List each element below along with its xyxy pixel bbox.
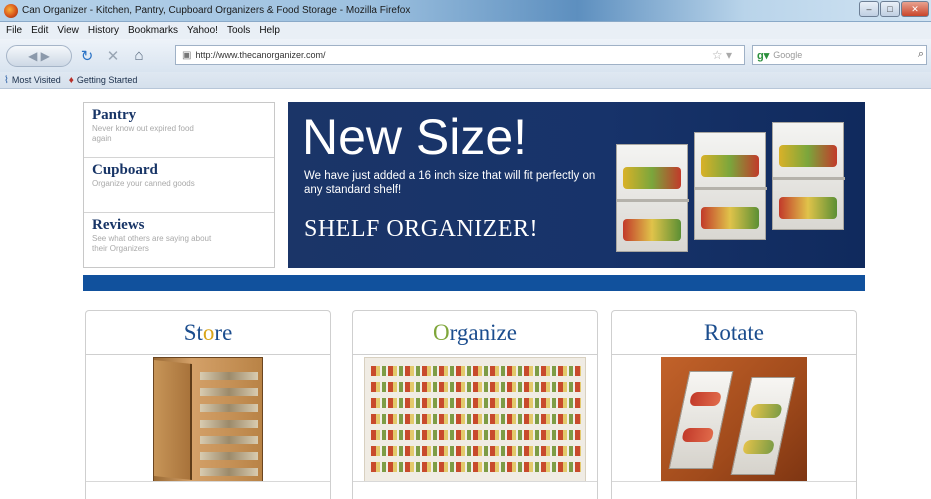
card-title-rotate[interactable]: Rotate [612,311,856,355]
window-titlebar: Can Organizer - Kitchen, Pantry, Cupboar… [0,0,931,22]
shelf-organizer-image [616,122,856,260]
card-title-accent: o [202,320,215,345]
sidenav-title[interactable]: Cupboard [92,162,266,179]
bookmarks-toolbar: ⌇ Most Visited ♦ Getting Started [0,72,931,89]
bookmark-getting-started[interactable]: ♦ Getting Started [69,75,138,86]
menu-history[interactable]: History [88,25,119,36]
maximize-icon[interactable]: □ [880,1,900,17]
bookmark-star-icon[interactable]: ☆ ▾ [712,48,732,62]
sidenav-desc: Never know out expired food again [92,124,194,143]
menu-yahoo[interactable]: Yahoo! [187,25,218,36]
card-title-part: re [214,320,233,345]
menu-help[interactable]: Help [259,25,280,36]
sidenav-desc: See what others are saying about their O… [92,234,212,253]
search-input[interactable]: Google [773,50,802,60]
side-navigation: Pantry Never know out expired food again… [83,102,275,268]
address-bar[interactable]: ▣ http://www.thecanorganizer.com/ ☆ ▾ [175,45,745,65]
bookmark-label: Most Visited [11,75,61,85]
pantry-shelves-image[interactable] [364,357,586,482]
menu-edit[interactable]: Edit [31,25,48,36]
menu-bar: File Edit View History Bookmarks Yahoo! … [0,22,931,39]
banner-title: New Size! [302,109,528,165]
card-title-part: R [703,320,720,345]
most-visited-icon: ⌇ [4,74,9,86]
promo-banner[interactable]: New Size! We have just added a 16 inch s… [288,102,865,268]
sidenav-title[interactable]: Pantry [92,107,266,124]
back-forward-button[interactable]: ◀ ▶ [6,44,72,67]
sidenav-desc: Organize your canned goods [92,179,195,188]
sidenav-item-pantry[interactable]: Pantry Never know out expired food again [84,103,274,158]
sidenav-title[interactable]: Reviews [92,217,266,234]
menu-view[interactable]: View [57,25,79,36]
firefox-icon [4,3,18,18]
getting-started-icon: ♦ [68,74,74,86]
card-divider [353,481,597,482]
card-divider [86,481,330,482]
menu-file[interactable]: File [6,25,22,36]
navigation-toolbar: ◀ ▶ ↻ ✕ ⌂ ▣ http://www.thecanorganizer.c… [0,39,931,72]
back-arrow-icon[interactable]: ◀ [28,49,37,63]
store-cabinet-image[interactable] [153,357,263,482]
banner-subtitle: We have just added a 16 inch size that w… [304,170,596,196]
banner-cta[interactable]: SHELF ORGANIZER! [304,216,538,243]
card-title-accent: o [719,320,731,345]
card-title-part: rganize [449,320,517,345]
close-icon[interactable]: ✕ [901,1,929,17]
search-bar[interactable]: g▾ Google ⌕ [752,45,927,65]
card-title-organize[interactable]: Organize [353,311,597,355]
sidenav-item-reviews[interactable]: Reviews See what others are saying about… [84,213,274,268]
menu-tools[interactable]: Tools [227,25,250,36]
window-controls: – □ ✕ [859,1,929,17]
card-title-part: St [183,320,203,345]
rotating-organizer-image[interactable] [661,357,807,482]
window-title: Can Organizer - Kitchen, Pantry, Cupboar… [22,5,411,16]
url-text[interactable]: http://www.thecanorganizer.com/ [195,50,325,60]
bookmark-most-visited[interactable]: ⌇ Most Visited [4,75,61,86]
sidenav-item-cupboard[interactable]: Cupboard Organize your canned goods [84,158,274,213]
site-favicon-icon: ▣ [182,49,192,61]
minimize-icon[interactable]: – [859,1,879,17]
forward-arrow-icon[interactable]: ▶ [41,49,50,63]
card-title-store[interactable]: Store [86,311,330,355]
card-store[interactable]: Store [85,310,331,499]
menu-bookmarks[interactable]: Bookmarks [128,25,178,36]
card-organize[interactable]: Organize [352,310,598,499]
divider-bar [83,275,865,291]
card-rotate[interactable]: Rotate [611,310,857,499]
reload-icon[interactable]: ↻ [76,47,98,65]
card-title-part: tate [730,320,765,345]
card-title-accent: O [433,320,450,345]
home-icon[interactable]: ⌂ [128,47,150,64]
bookmark-label: Getting Started [76,75,138,85]
stop-icon[interactable]: ✕ [102,47,124,65]
google-engine-icon[interactable]: g▾ [757,49,769,62]
search-icon[interactable]: ⌕ [918,48,924,61]
card-divider [612,481,856,482]
